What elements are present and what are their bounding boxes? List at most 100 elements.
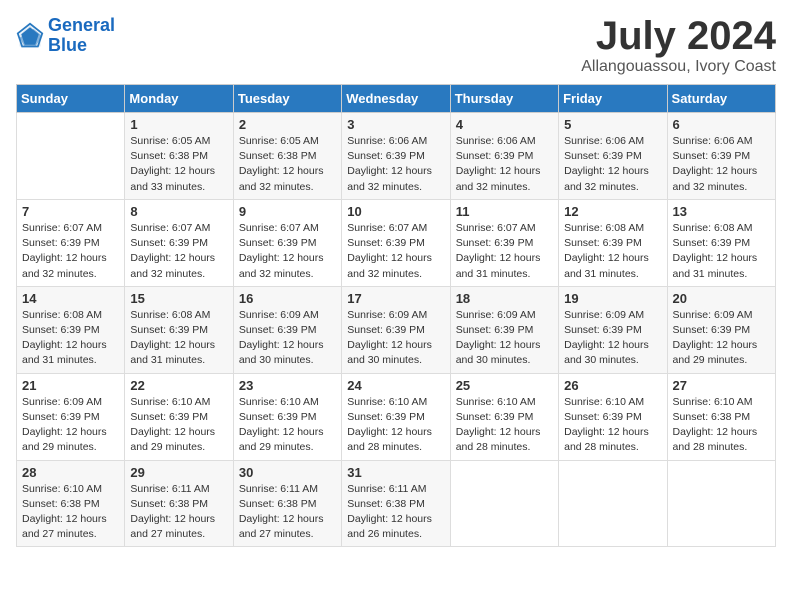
cell-date-number: 10 bbox=[347, 204, 444, 219]
page-header: GeneralBlue July 2024 Allangouassou, Ivo… bbox=[16, 16, 776, 76]
logo: GeneralBlue bbox=[16, 16, 115, 56]
calendar-cell: 12 Sunrise: 6:08 AM Sunset: 6:39 PM Dayli… bbox=[559, 199, 667, 286]
title-block: July 2024 Allangouassou, Ivory Coast bbox=[581, 16, 776, 76]
calendar-cell: 5 Sunrise: 6:06 AM Sunset: 6:39 PM Daylig… bbox=[559, 113, 667, 200]
calendar-cell: 21 Sunrise: 6:09 AM Sunset: 6:39 PM Dayli… bbox=[17, 373, 125, 460]
cell-date-number: 24 bbox=[347, 378, 444, 393]
calendar-table: SundayMondayTuesdayWednesdayThursdayFrid… bbox=[16, 84, 776, 547]
cell-info-text: Sunrise: 6:08 AM Sunset: 6:39 PM Dayligh… bbox=[22, 308, 119, 369]
calendar-cell: 30Sunrise: 6:11 AM Sunset: 6:38 PM Dayli… bbox=[233, 460, 341, 547]
calendar-cell: 16 Sunrise: 6:09 AM Sunset: 6:39 PM Dayli… bbox=[233, 286, 341, 373]
cell-info-text: Sunrise: 6:05 AM Sunset: 6:38 PM Dayligh… bbox=[239, 134, 336, 195]
cell-info-text: Sunrise: 6:10 AM Sunset: 6:38 PM Dayligh… bbox=[673, 395, 770, 456]
calendar-cell: 29Sunrise: 6:11 AM Sunset: 6:38 PM Dayli… bbox=[125, 460, 233, 547]
cell-date-number: 28 bbox=[22, 465, 119, 480]
cell-date-number: 22 bbox=[130, 378, 227, 393]
calendar-cell bbox=[559, 460, 667, 547]
calendar-cell: 18 Sunrise: 6:09 AM Sunset: 6:39 PM Dayli… bbox=[450, 286, 558, 373]
calendar-cell bbox=[450, 460, 558, 547]
calendar-cell: 8 Sunrise: 6:07 AM Sunset: 6:39 PM Daylig… bbox=[125, 199, 233, 286]
cell-info-text: Sunrise: 6:08 AM Sunset: 6:39 PM Dayligh… bbox=[564, 221, 661, 282]
calendar-cell bbox=[667, 460, 775, 547]
header-day: Friday bbox=[559, 85, 667, 113]
cell-info-text: Sunrise: 6:11 AM Sunset: 6:38 PM Dayligh… bbox=[130, 482, 227, 543]
cell-info-text: Sunrise: 6:09 AM Sunset: 6:39 PM Dayligh… bbox=[347, 308, 444, 369]
calendar-cell: 31Sunrise: 6:11 AM Sunset: 6:38 PM Dayli… bbox=[342, 460, 450, 547]
calendar-cell: 22 Sunrise: 6:10 AM Sunset: 6:39 PM Dayli… bbox=[125, 373, 233, 460]
cell-date-number: 1 bbox=[130, 117, 227, 132]
cell-info-text: Sunrise: 6:11 AM Sunset: 6:38 PM Dayligh… bbox=[239, 482, 336, 543]
calendar-header-row: SundayMondayTuesdayWednesdayThursdayFrid… bbox=[17, 85, 776, 113]
cell-info-text: Sunrise: 6:08 AM Sunset: 6:39 PM Dayligh… bbox=[130, 308, 227, 369]
cell-date-number: 16 bbox=[239, 291, 336, 306]
cell-info-text: Sunrise: 6:07 AM Sunset: 6:39 PM Dayligh… bbox=[22, 221, 119, 282]
cell-info-text: Sunrise: 6:07 AM Sunset: 6:39 PM Dayligh… bbox=[347, 221, 444, 282]
cell-info-text: Sunrise: 6:10 AM Sunset: 6:39 PM Dayligh… bbox=[239, 395, 336, 456]
cell-info-text: Sunrise: 6:05 AM Sunset: 6:38 PM Dayligh… bbox=[130, 134, 227, 195]
calendar-week-row: 21 Sunrise: 6:09 AM Sunset: 6:39 PM Dayli… bbox=[17, 373, 776, 460]
cell-info-text: Sunrise: 6:09 AM Sunset: 6:39 PM Dayligh… bbox=[456, 308, 553, 369]
cell-info-text: Sunrise: 6:09 AM Sunset: 6:39 PM Dayligh… bbox=[22, 395, 119, 456]
cell-date-number: 25 bbox=[456, 378, 553, 393]
cell-info-text: Sunrise: 6:09 AM Sunset: 6:39 PM Dayligh… bbox=[239, 308, 336, 369]
cell-date-number: 11 bbox=[456, 204, 553, 219]
calendar-cell: 11 Sunrise: 6:07 AM Sunset: 6:39 PM Dayli… bbox=[450, 199, 558, 286]
cell-date-number: 27 bbox=[673, 378, 770, 393]
calendar-cell: 26 Sunrise: 6:10 AM Sunset: 6:39 PM Dayli… bbox=[559, 373, 667, 460]
cell-date-number: 6 bbox=[673, 117, 770, 132]
cell-date-number: 26 bbox=[564, 378, 661, 393]
header-day: Wednesday bbox=[342, 85, 450, 113]
cell-info-text: Sunrise: 6:10 AM Sunset: 6:39 PM Dayligh… bbox=[347, 395, 444, 456]
cell-date-number: 8 bbox=[130, 204, 227, 219]
calendar-cell: 6 Sunrise: 6:06 AM Sunset: 6:39 PM Daylig… bbox=[667, 113, 775, 200]
cell-date-number: 20 bbox=[673, 291, 770, 306]
calendar-cell: 23 Sunrise: 6:10 AM Sunset: 6:39 PM Dayli… bbox=[233, 373, 341, 460]
cell-info-text: Sunrise: 6:07 AM Sunset: 6:39 PM Dayligh… bbox=[239, 221, 336, 282]
cell-date-number: 4 bbox=[456, 117, 553, 132]
calendar-week-row: 28 Sunrise: 6:10 AM Sunset: 6:38 PM Dayli… bbox=[17, 460, 776, 547]
logo-icon bbox=[16, 22, 44, 50]
cell-info-text: Sunrise: 6:10 AM Sunset: 6:39 PM Dayligh… bbox=[564, 395, 661, 456]
cell-date-number: 13 bbox=[673, 204, 770, 219]
header-day: Sunday bbox=[17, 85, 125, 113]
cell-info-text: Sunrise: 6:07 AM Sunset: 6:39 PM Dayligh… bbox=[130, 221, 227, 282]
location: Allangouassou, Ivory Coast bbox=[581, 58, 776, 76]
cell-info-text: Sunrise: 6:10 AM Sunset: 6:38 PM Dayligh… bbox=[22, 482, 119, 543]
header-day: Tuesday bbox=[233, 85, 341, 113]
cell-date-number: 23 bbox=[239, 378, 336, 393]
cell-info-text: Sunrise: 6:09 AM Sunset: 6:39 PM Dayligh… bbox=[564, 308, 661, 369]
calendar-week-row: 14 Sunrise: 6:08 AM Sunset: 6:39 PM Dayli… bbox=[17, 286, 776, 373]
cell-date-number: 15 bbox=[130, 291, 227, 306]
cell-info-text: Sunrise: 6:06 AM Sunset: 6:39 PM Dayligh… bbox=[347, 134, 444, 195]
month-title: July 2024 bbox=[581, 16, 776, 56]
cell-info-text: Sunrise: 6:06 AM Sunset: 6:39 PM Dayligh… bbox=[673, 134, 770, 195]
calendar-cell: 19Sunrise: 6:09 AM Sunset: 6:39 PM Dayli… bbox=[559, 286, 667, 373]
cell-date-number: 2 bbox=[239, 117, 336, 132]
cell-info-text: Sunrise: 6:11 AM Sunset: 6:38 PM Dayligh… bbox=[347, 482, 444, 543]
cell-info-text: Sunrise: 6:08 AM Sunset: 6:39 PM Dayligh… bbox=[673, 221, 770, 282]
header-day: Thursday bbox=[450, 85, 558, 113]
calendar-cell: 25Sunrise: 6:10 AM Sunset: 6:39 PM Dayli… bbox=[450, 373, 558, 460]
header-day: Saturday bbox=[667, 85, 775, 113]
cell-date-number: 18 bbox=[456, 291, 553, 306]
calendar-cell: 4Sunrise: 6:06 AM Sunset: 6:39 PM Daylig… bbox=[450, 113, 558, 200]
cell-info-text: Sunrise: 6:09 AM Sunset: 6:39 PM Dayligh… bbox=[673, 308, 770, 369]
cell-info-text: Sunrise: 6:10 AM Sunset: 6:39 PM Dayligh… bbox=[130, 395, 227, 456]
calendar-cell: 7Sunrise: 6:07 AM Sunset: 6:39 PM Daylig… bbox=[17, 199, 125, 286]
cell-date-number: 9 bbox=[239, 204, 336, 219]
cell-info-text: Sunrise: 6:07 AM Sunset: 6:39 PM Dayligh… bbox=[456, 221, 553, 282]
calendar-cell: 28 Sunrise: 6:10 AM Sunset: 6:38 PM Dayli… bbox=[17, 460, 125, 547]
calendar-cell: 20 Sunrise: 6:09 AM Sunset: 6:39 PM Dayli… bbox=[667, 286, 775, 373]
cell-date-number: 17 bbox=[347, 291, 444, 306]
cell-date-number: 14 bbox=[22, 291, 119, 306]
cell-date-number: 3 bbox=[347, 117, 444, 132]
cell-date-number: 21 bbox=[22, 378, 119, 393]
calendar-cell: 9 Sunrise: 6:07 AM Sunset: 6:39 PM Daylig… bbox=[233, 199, 341, 286]
calendar-cell: 17 Sunrise: 6:09 AM Sunset: 6:39 PM Dayli… bbox=[342, 286, 450, 373]
cell-info-text: Sunrise: 6:06 AM Sunset: 6:39 PM Dayligh… bbox=[564, 134, 661, 195]
calendar-cell: 14 Sunrise: 6:08 AM Sunset: 6:39 PM Dayli… bbox=[17, 286, 125, 373]
cell-date-number: 12 bbox=[564, 204, 661, 219]
calendar-cell: 13 Sunrise: 6:08 AM Sunset: 6:39 PM Dayli… bbox=[667, 199, 775, 286]
cell-date-number: 5 bbox=[564, 117, 661, 132]
header-day: Monday bbox=[125, 85, 233, 113]
